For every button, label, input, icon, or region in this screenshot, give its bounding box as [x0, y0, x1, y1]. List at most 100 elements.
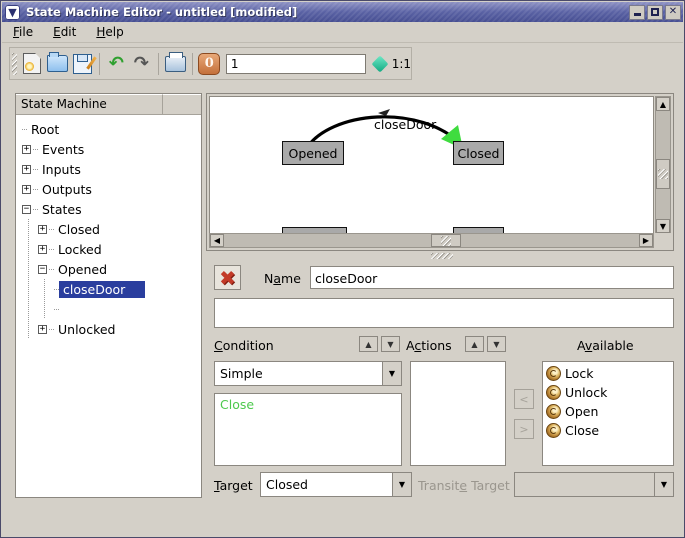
window-controls: ✕	[627, 2, 683, 22]
state-node-opened[interactable]: Opened	[282, 141, 344, 165]
event-icon	[546, 366, 561, 381]
name-input[interactable]: closeDoor	[310, 266, 674, 289]
tree-item-label[interactable]: Outputs	[39, 182, 95, 197]
tree-item-label[interactable]: Root	[28, 122, 62, 137]
print-button[interactable]	[163, 51, 188, 76]
tree-item-closedoor[interactable]: closeDoor	[16, 279, 201, 299]
available-item[interactable]: Close	[543, 421, 673, 440]
print-icon	[165, 56, 186, 72]
tree-toggle-expand-icon[interactable]: +	[38, 245, 47, 254]
move-left-button[interactable]: <	[514, 389, 534, 409]
available-item-label: Lock	[565, 366, 594, 381]
scroll-down-button[interactable]: ▼	[656, 219, 670, 233]
condition-type-combo[interactable]: Simple ▼	[214, 361, 402, 386]
menu-help[interactable]: Help	[93, 24, 126, 40]
minimize-button[interactable]	[629, 5, 645, 20]
notes-input[interactable]	[214, 298, 674, 328]
toolbar: ↶ ↷ 0 1 1:1	[9, 47, 412, 80]
state-node-closed[interactable]: Closed	[453, 141, 504, 165]
transite-target-combo[interactable]: ▼	[514, 472, 674, 497]
tree-item-locked[interactable]: + Locked	[16, 239, 201, 259]
actions-move-up-button[interactable]: ▲	[465, 336, 484, 352]
application-window: ▼ State Machine Editor - untitled [modif…	[0, 0, 685, 538]
tree-item-label[interactable]: Opened	[55, 262, 110, 277]
actions-move-down-button[interactable]: ▼	[487, 336, 506, 352]
undo-button[interactable]: ↶	[104, 51, 129, 76]
chevron-down-icon[interactable]: ▼	[382, 362, 401, 385]
available-list[interactable]: Lock Unlock Open Close	[542, 361, 674, 466]
tree-item-outputs[interactable]: + Outputs	[16, 179, 201, 199]
menu-file[interactable]: File	[10, 24, 36, 40]
tree-indent	[16, 139, 22, 159]
tree-item-label[interactable]: Unlocked	[55, 322, 118, 337]
tree-item-closed[interactable]: + Closed	[16, 219, 201, 239]
toolbar-text-input[interactable]: 1	[226, 54, 366, 74]
new-document-button[interactable]	[20, 51, 45, 76]
tree-toggle-collapse-icon[interactable]: −	[38, 265, 47, 274]
tree-toggle-expand-icon[interactable]: +	[22, 145, 31, 154]
tree-item-unlocked[interactable]: + Unlocked	[16, 319, 201, 339]
open-button[interactable]	[45, 51, 70, 76]
maximize-button[interactable]	[647, 5, 663, 20]
tree-item-label[interactable]: Closed	[55, 222, 103, 237]
available-item[interactable]: Lock	[543, 364, 673, 383]
tree-item-label[interactable]: States	[39, 202, 85, 217]
vscroll-track[interactable]	[656, 111, 670, 219]
delete-button[interactable]: ✖	[214, 265, 241, 290]
delete-icon: ✖	[219, 268, 236, 288]
condition-move-down-button[interactable]: ▼	[381, 336, 400, 352]
chevron-down-icon[interactable]: ▼	[392, 473, 411, 496]
vscroll-thumb[interactable]	[656, 159, 670, 189]
tree-item-events[interactable]: + Events	[16, 139, 201, 159]
tree-indent	[16, 119, 22, 139]
available-item-label: Close	[565, 423, 599, 438]
condition-expression-input[interactable]: Close	[214, 393, 402, 466]
hscroll-thumb[interactable]	[431, 234, 461, 247]
tree-item-label[interactable]: Inputs	[39, 162, 84, 177]
menu-bar: File Edit Help	[2, 22, 683, 43]
tree-item-label[interactable]: Events	[39, 142, 87, 157]
move-right-button[interactable]: >	[514, 419, 534, 439]
toolbar-grip[interactable]	[12, 53, 17, 75]
scroll-left-button[interactable]: ◀	[210, 234, 224, 247]
tree-item-root[interactable]: Root	[16, 119, 201, 139]
window-menu-chevron-down-icon[interactable]: ▼	[5, 5, 20, 20]
scroll-up-button[interactable]: ▲	[656, 97, 670, 111]
condition-expression-text: Close	[220, 397, 254, 412]
tree-header-empty[interactable]	[163, 94, 201, 114]
tree-toggle-collapse-icon[interactable]: −	[22, 205, 31, 214]
available-item[interactable]: Unlock	[543, 383, 673, 402]
available-item-label: Open	[565, 404, 598, 419]
scroll-right-button[interactable]: ▶	[639, 234, 653, 247]
open-folder-icon	[47, 55, 68, 72]
tree-item-label[interactable]: closeDoor	[60, 282, 144, 297]
tree-toggle-expand-icon[interactable]: +	[38, 225, 47, 234]
tree-toggle-expand-icon[interactable]: +	[22, 185, 31, 194]
hscroll-track[interactable]	[224, 234, 639, 247]
tree-toggle-expand-icon[interactable]: +	[38, 325, 47, 334]
diagram-canvas[interactable]: OpenedClosedUnlockedLocked closeDoor	[209, 96, 654, 234]
actions-list[interactable]	[410, 361, 506, 466]
stop-button[interactable]: 0	[197, 51, 222, 76]
available-item[interactable]: Open	[543, 402, 673, 421]
tree-indent	[16, 219, 38, 239]
tree-item-opened[interactable]: −Opened	[16, 259, 201, 279]
tree-item-inputs[interactable]: + Inputs	[16, 159, 201, 179]
close-button[interactable]: ✕	[665, 5, 681, 20]
chevron-down-icon[interactable]: ▼	[654, 473, 673, 496]
undo-icon: ↶	[109, 55, 124, 73]
condition-move-up-button[interactable]: ▲	[359, 336, 378, 352]
tree-item-label[interactable]: Locked	[55, 242, 105, 257]
redo-button[interactable]: ↷	[129, 51, 154, 76]
tree-item-states[interactable]: −States	[16, 199, 201, 219]
tree-header-state-machine[interactable]: State Machine	[16, 94, 163, 114]
target-combo[interactable]: Closed ▼	[260, 472, 412, 497]
splitter-grip[interactable]	[431, 253, 453, 259]
save-button[interactable]	[70, 51, 95, 76]
close-icon: ✕	[669, 7, 677, 17]
menu-edit[interactable]: Edit	[50, 24, 79, 40]
canvas-horizontal-scrollbar[interactable]: ◀ ▶	[209, 233, 654, 248]
canvas-vertical-scrollbar[interactable]: ▲ ▼	[655, 96, 671, 234]
tree-item-blank[interactable]	[16, 299, 201, 319]
tree-toggle-expand-icon[interactable]: +	[22, 165, 31, 174]
